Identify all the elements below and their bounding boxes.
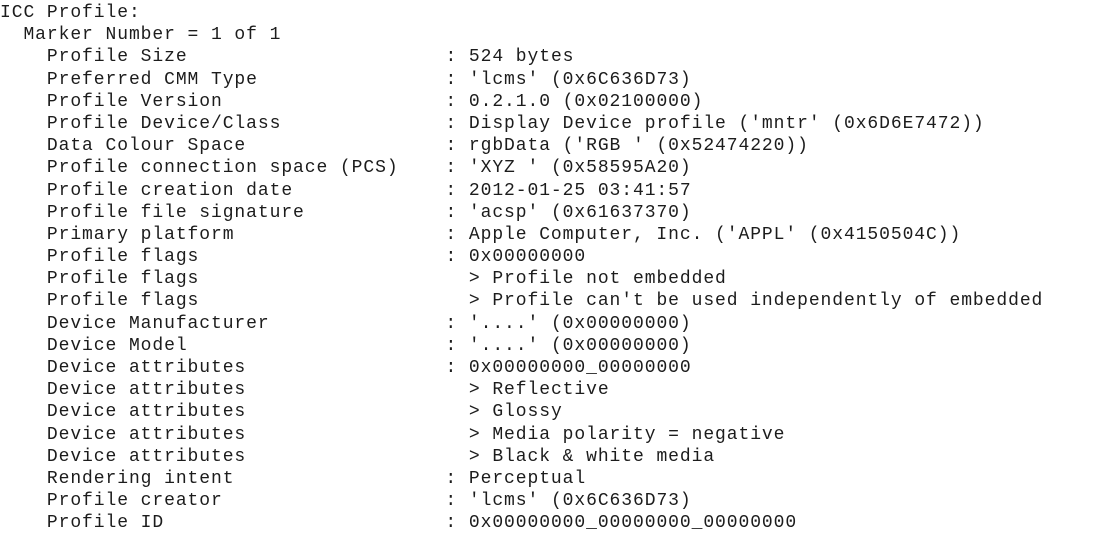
row-value: rgbData ('RGB ' (0x52474220)) (468, 136, 809, 157)
row-label: Device attributes (0, 358, 247, 378)
row-label: Preferred CMM Type (0, 69, 258, 90)
row-continuation-value: > Media polarity = negative (468, 424, 786, 445)
report-row: Device Model : '....' (0x00000000) (0, 335, 1111, 357)
row-label: Profile ID (0, 513, 165, 534)
row-label: Profile Version (0, 91, 223, 112)
row-value: 0x00000000_00000000_00000000 (468, 513, 798, 534)
row-label: ICC Profile: (0, 3, 141, 23)
row-separator: : (199, 247, 469, 268)
row-separator: : (222, 91, 469, 112)
row-separator: : (293, 180, 469, 201)
report-row: Device attributes > Reflective (0, 379, 1111, 401)
row-gap (199, 291, 469, 311)
row-value: '....' (0x00000000) (468, 313, 692, 334)
row-label: Profile flags (0, 269, 200, 290)
row-gap (199, 269, 469, 289)
report-row: Profile flags : 0x00000000 (0, 246, 1111, 268)
row-label: Profile Device/Class (0, 113, 282, 134)
row-continuation-value: > Profile can't be used independently of… (468, 291, 1044, 312)
icc-profile-text-dump: ICC Profile: Marker Number = 1 of 1 Prof… (0, 0, 1111, 534)
row-label: Marker Number = 1 of 1 (0, 25, 282, 46)
row-value: Perceptual (468, 468, 587, 489)
row-separator: : (164, 513, 469, 534)
report-row: Profile ID : 0x00000000_00000000_0000000… (0, 512, 1111, 534)
report-row: Preferred CMM Type : 'lcms' (0x6C636D73) (0, 69, 1111, 91)
row-value: Display Device profile ('mntr' (0x6D6E74… (468, 113, 985, 134)
row-gap (246, 447, 469, 467)
row-value: Apple Computer, Inc. ('APPL' (0x4150504C… (468, 224, 962, 245)
report-row: Profile flags > Profile not embedded (0, 268, 1111, 290)
report-row: Profile Device/Class : Display Device pr… (0, 113, 1111, 135)
report-row: Profile creation date : 2012-01-25 03:41… (0, 180, 1111, 202)
row-continuation-value: > Reflective (468, 380, 610, 401)
row-separator: : (269, 313, 469, 334)
row-label: Device Manufacturer (0, 313, 270, 334)
row-value: 'acsp' (0x61637370) (468, 202, 692, 223)
report-row: Data Colour Space : rgbData ('RGB ' (0x5… (0, 135, 1111, 157)
row-label: Data Colour Space (0, 136, 247, 157)
report-row: Profile file signature : 'acsp' (0x61637… (0, 202, 1111, 224)
row-label: Profile flags (0, 247, 200, 268)
row-label: Device attributes (0, 446, 247, 467)
row-separator: : (187, 335, 469, 356)
report-row: Profile Version : 0.2.1.0 (0x02100000) (0, 91, 1111, 113)
row-separator: : (246, 136, 469, 157)
row-gap (246, 425, 469, 445)
row-value: '....' (0x00000000) (468, 335, 692, 356)
report-row: Device attributes > Black & white media (0, 446, 1111, 468)
report-row: Profile Size : 524 bytes (0, 46, 1111, 68)
row-label: Rendering intent (0, 468, 235, 489)
row-label: Profile creator (0, 491, 223, 512)
row-label: Profile connection space (PCS) (0, 158, 399, 179)
report-row: Profile creator : 'lcms' (0x6C636D73) (0, 490, 1111, 512)
report-row: Profile connection space (PCS) : 'XYZ ' … (0, 157, 1111, 179)
row-separator: : (246, 358, 469, 378)
row-value: 0x00000000 (468, 247, 587, 268)
report-header-line: ICC Profile: (0, 2, 1111, 24)
report-row: Primary platform : Apple Computer, Inc. … (0, 224, 1111, 246)
row-value: 0x00000000_00000000 (468, 358, 692, 378)
row-separator: : (234, 468, 469, 489)
row-separator: : (398, 158, 469, 179)
row-separator: : (281, 113, 469, 134)
row-gap (246, 402, 469, 422)
row-label: Profile file signature (0, 202, 305, 223)
report-row: Device attributes > Glossy (0, 401, 1111, 423)
row-value: 2012-01-25 03:41:57 (468, 180, 692, 201)
row-separator: : (222, 491, 469, 512)
row-label: Profile Size (0, 47, 188, 68)
row-gap (246, 380, 469, 400)
report-row: Device Manufacturer : '....' (0x00000000… (0, 313, 1111, 335)
row-label: Profile creation date (0, 180, 294, 201)
report-row: Profile flags > Profile can't be used in… (0, 290, 1111, 312)
row-value: 'XYZ ' (0x58595A20) (468, 158, 692, 179)
row-separator: : (234, 224, 469, 245)
row-separator: : (257, 69, 469, 90)
row-label: Profile flags (0, 291, 200, 312)
row-label: Primary platform (0, 224, 235, 245)
row-separator: : (187, 47, 469, 68)
row-label: Device Model (0, 335, 188, 356)
row-separator: : (304, 202, 469, 223)
report-row: Rendering intent : Perceptual (0, 468, 1111, 490)
row-value: 'lcms' (0x6C636D73) (468, 69, 692, 90)
row-continuation-value: > Black & white media (468, 446, 716, 467)
report-row: Device attributes > Media polarity = neg… (0, 424, 1111, 446)
report-row: Device attributes : 0x00000000_00000000 (0, 357, 1111, 379)
row-continuation-value: > Glossy (468, 402, 563, 423)
row-continuation-value: > Profile not embedded (468, 269, 727, 290)
row-value: 0.2.1.0 (0x02100000) (468, 91, 704, 112)
row-value: 'lcms' (0x6C636D73) (468, 491, 692, 512)
row-label: Device attributes (0, 402, 247, 423)
report-header-line: Marker Number = 1 of 1 (0, 24, 1111, 46)
row-label: Device attributes (0, 424, 247, 445)
row-value: 524 bytes (468, 47, 575, 68)
row-label: Device attributes (0, 380, 247, 401)
